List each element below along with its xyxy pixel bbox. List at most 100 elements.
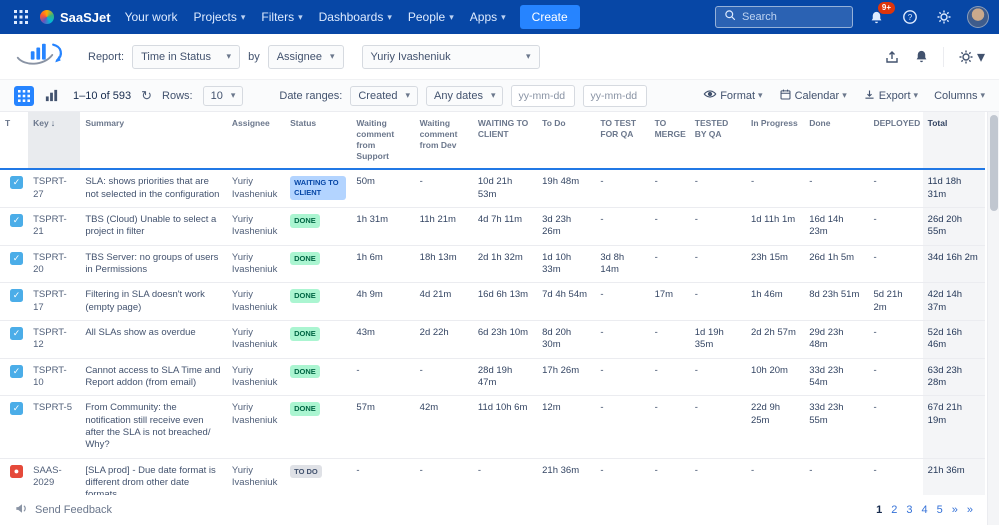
time-cell: 2d 22h bbox=[414, 320, 473, 359]
task-icon: ✓ bbox=[10, 326, 23, 340]
column-header-done[interactable]: Done bbox=[804, 112, 869, 171]
search-box[interactable] bbox=[715, 6, 853, 28]
help-button[interactable]: ? bbox=[899, 6, 921, 28]
scrollbar-thumb[interactable] bbox=[990, 115, 998, 211]
issue-assignee: Yuriy Ivasheniuk bbox=[226, 245, 286, 284]
column-header-assignee[interactable]: Assignee bbox=[226, 112, 286, 171]
table-row: ✓ TSPRT-27 SLA: shows priorities that are … bbox=[0, 169, 985, 208]
nav-item-filters[interactable]: Filters ▾ bbox=[261, 10, 302, 24]
settings-icon[interactable] bbox=[933, 6, 955, 28]
date-mode-select[interactable]: Any dates ▾ bbox=[426, 85, 504, 106]
send-feedback-link[interactable]: Send Feedback bbox=[14, 501, 112, 519]
user-avatar[interactable] bbox=[967, 6, 989, 28]
download-icon bbox=[863, 88, 876, 104]
issue-key[interactable]: TSPRT-21 bbox=[28, 207, 81, 246]
task-icon: ✓ bbox=[10, 251, 23, 265]
issue-key[interactable]: TSPRT-12 bbox=[28, 320, 81, 359]
page-1[interactable]: 1 bbox=[876, 504, 882, 516]
search-input[interactable] bbox=[742, 11, 844, 23]
date-field-select[interactable]: Created ▾ bbox=[350, 85, 419, 106]
brand[interactable]: SaaSJet bbox=[40, 10, 111, 25]
time-cell: - bbox=[868, 245, 923, 284]
issue-summary[interactable]: Cannot access to SLA Time and Report add… bbox=[80, 358, 227, 397]
brand-logo-icon bbox=[40, 10, 54, 24]
app-switcher-icon[interactable] bbox=[10, 6, 32, 28]
issue-summary[interactable]: [SLA prod] - Due date format is differen… bbox=[80, 458, 227, 495]
format-dropdown[interactable]: Format ▾ bbox=[703, 87, 763, 104]
issue-summary[interactable]: From Community: the notification still r… bbox=[80, 395, 227, 459]
issue-key[interactable]: TSPRT-10 bbox=[28, 358, 81, 397]
issue-key[interactable]: TSPRT-17 bbox=[28, 282, 81, 321]
column-header-in-progress[interactable]: In Progress bbox=[745, 112, 805, 171]
time-cell: 11h 21m bbox=[414, 207, 473, 246]
vertical-scrollbar[interactable] bbox=[987, 112, 999, 525]
export-dropdown[interactable]: Export ▾ bbox=[863, 88, 918, 104]
grid-view-button[interactable] bbox=[14, 85, 34, 106]
column-header-key[interactable]: Key ↓ bbox=[28, 112, 81, 171]
date-to-input[interactable] bbox=[583, 84, 648, 107]
column-header-deployed[interactable]: DEPLOYED bbox=[868, 112, 923, 171]
issue-key[interactable]: TSPRT-20 bbox=[28, 245, 81, 284]
time-cell: - bbox=[689, 245, 746, 284]
time-cell: 4d 21m bbox=[414, 282, 473, 321]
nav-item-people[interactable]: People ▾ bbox=[408, 10, 454, 24]
page-4[interactable]: 4 bbox=[922, 504, 928, 516]
page-3[interactable]: 3 bbox=[906, 504, 912, 516]
bell-icon[interactable] bbox=[914, 49, 929, 64]
next-page-icon[interactable]: » bbox=[952, 504, 958, 516]
column-header-todo[interactable]: To Do bbox=[537, 112, 596, 171]
report-settings-button[interactable]: ▾ bbox=[958, 47, 985, 67]
total-cell: 63d 23h 28m bbox=[922, 358, 985, 397]
date-from-input[interactable] bbox=[511, 84, 576, 107]
nav-item-your-work[interactable]: Your work bbox=[125, 10, 178, 24]
issue-summary[interactable]: Filtering in SLA doesn't work (empty pag… bbox=[80, 282, 227, 321]
rows-per-page-select[interactable]: 10 ▾ bbox=[202, 85, 244, 106]
column-header-waiting-client[interactable]: WAITING TO CLIENT bbox=[472, 112, 538, 171]
date-ranges-label: Date ranges: bbox=[279, 89, 343, 102]
issue-key[interactable]: TSPRT-5 bbox=[28, 395, 81, 459]
issue-summary[interactable]: SLA: shows priorities that are not selec… bbox=[80, 169, 227, 208]
time-cell: - bbox=[649, 320, 690, 359]
column-header-waiting-support[interactable]: Waiting comment from Support bbox=[351, 112, 415, 171]
nav-item-apps[interactable]: Apps ▾ bbox=[470, 10, 506, 24]
page-2[interactable]: 2 bbox=[891, 504, 897, 516]
columns-dropdown[interactable]: Columns ▾ bbox=[934, 90, 985, 102]
notifications-button[interactable]: 9+ bbox=[865, 2, 895, 28]
column-header-type[interactable]: T bbox=[0, 112, 29, 171]
pagination: 1 2 3 4 5 » » bbox=[876, 504, 973, 516]
issue-summary[interactable]: TBS (Cloud) Unable to select a project i… bbox=[80, 207, 227, 246]
eye-icon bbox=[703, 87, 717, 104]
time-cell: 17m bbox=[649, 282, 690, 321]
assignee-filter-select[interactable]: Yuriy Ivasheniuk ▾ bbox=[361, 44, 540, 69]
nav-item-projects[interactable]: Projects ▾ bbox=[194, 10, 246, 24]
column-header-total[interactable]: Total bbox=[922, 112, 985, 171]
time-cell: 8d 23h 51m bbox=[804, 282, 869, 321]
column-header-status[interactable]: Status bbox=[285, 112, 352, 171]
total-cell: 67d 21h 19m bbox=[922, 395, 985, 459]
column-header-to-merge[interactable]: TO MERGE bbox=[649, 112, 690, 171]
create-button[interactable]: Create bbox=[519, 5, 580, 29]
column-header-waiting-dev[interactable]: Waiting comment from Dev bbox=[414, 112, 473, 171]
column-header-summary[interactable]: Summary bbox=[80, 112, 227, 171]
issue-key[interactable]: SAAS-2029 bbox=[28, 458, 81, 495]
issue-summary[interactable]: TBS Server: no groups of users in Permis… bbox=[80, 245, 227, 284]
column-header-tested-qa[interactable]: TESTED BY QA bbox=[689, 112, 746, 171]
page-5[interactable]: 5 bbox=[937, 504, 943, 516]
time-cell: 33d 23h 55m bbox=[804, 395, 869, 459]
chart-view-icon[interactable] bbox=[44, 88, 59, 103]
report-type-select[interactable]: Time in Status ▾ bbox=[132, 44, 241, 69]
time-cell: - bbox=[868, 207, 923, 246]
time-cell: - bbox=[689, 358, 746, 397]
refresh-icon[interactable]: ↻ bbox=[141, 88, 152, 104]
nav-item-dashboards[interactable]: Dashboards ▾ bbox=[319, 10, 392, 24]
share-icon[interactable] bbox=[884, 49, 900, 65]
column-header-to-test-qa[interactable]: TO TEST FOR QA bbox=[595, 112, 650, 171]
issue-summary[interactable]: All SLAs show as overdue bbox=[80, 320, 227, 359]
time-cell: 29d 23h 48m bbox=[804, 320, 869, 359]
group-by-select[interactable]: Assignee ▾ bbox=[267, 44, 344, 69]
issue-key[interactable]: TSPRT-27 bbox=[28, 169, 81, 208]
table-row: ● SAAS-2029 [SLA prod] - Due date format i… bbox=[0, 458, 985, 495]
calendar-dropdown[interactable]: Calendar ▾ bbox=[779, 88, 847, 104]
time-cell: - bbox=[689, 169, 746, 208]
last-page-icon[interactable]: » bbox=[967, 504, 973, 516]
